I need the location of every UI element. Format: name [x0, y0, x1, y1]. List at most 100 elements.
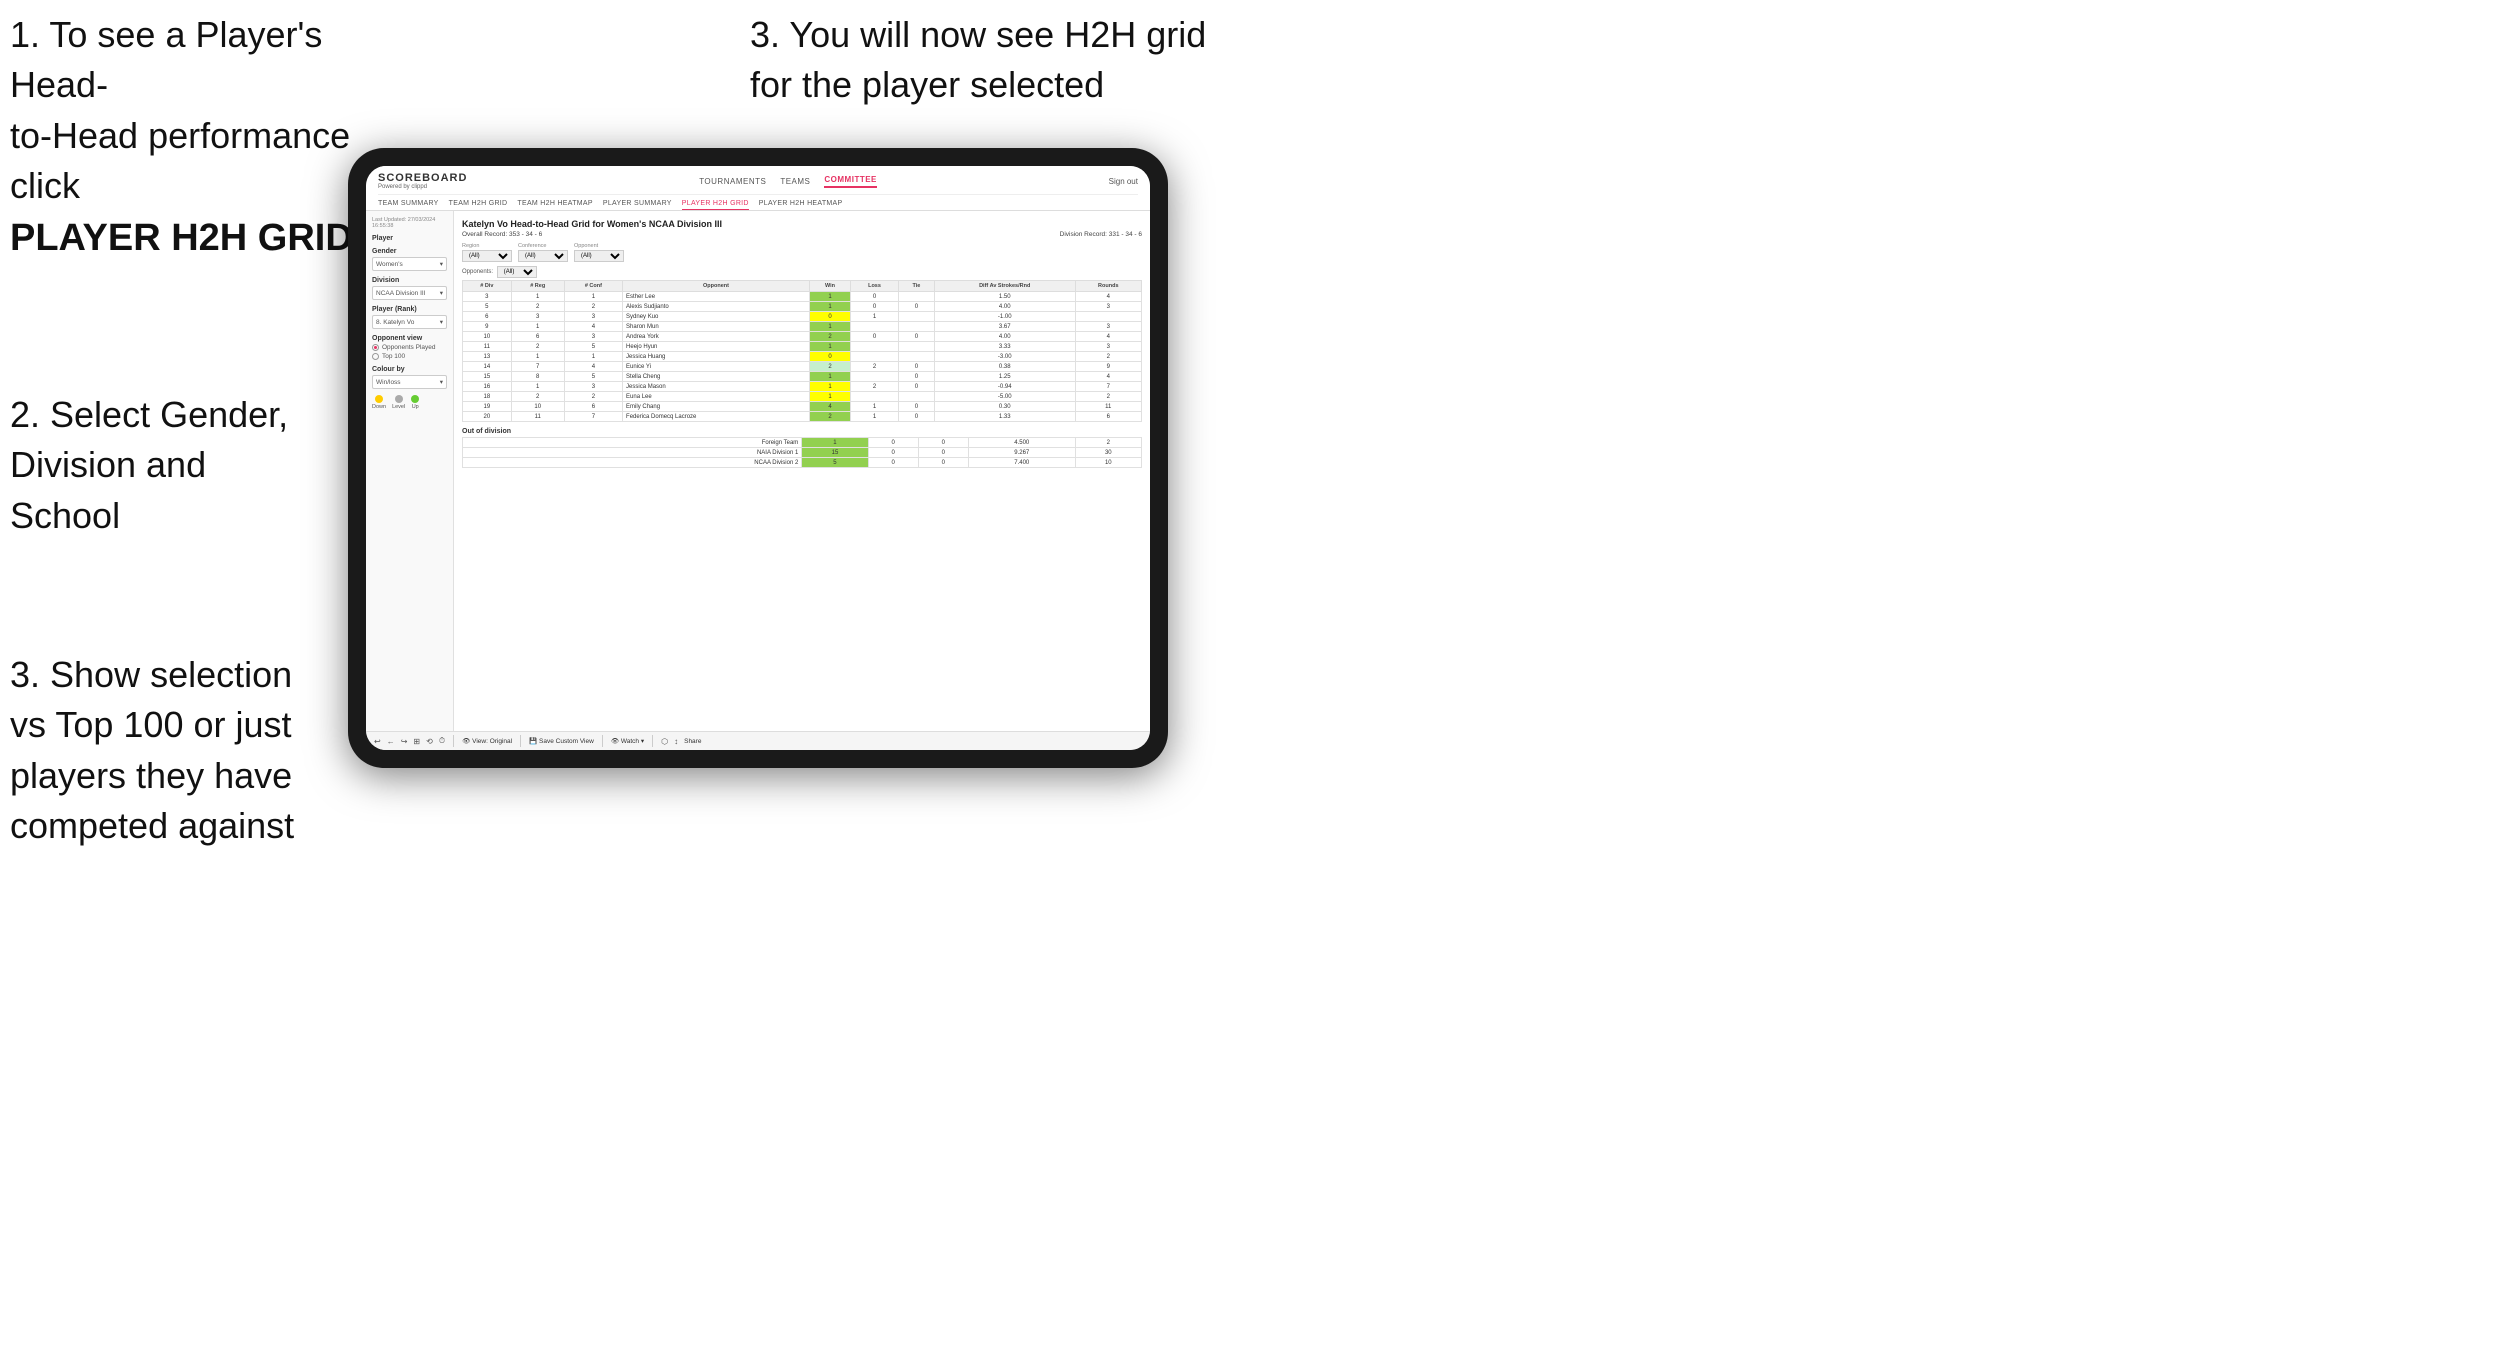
data-subtitle: Overall Record: 353 - 34 - 6 Division Re…: [462, 231, 1142, 238]
sidebar-gender-label: Gender: [372, 248, 447, 255]
data-title: Katelyn Vo Head-to-Head Grid for Women's…: [462, 219, 1142, 229]
table-row: 19 10 6 Emily Chang 4 1 0 0.30 11: [463, 402, 1142, 412]
sidebar-colour-label: Colour by: [372, 366, 447, 373]
legend-dot-down: [375, 395, 383, 403]
filter-conference-label: Conference: [518, 243, 568, 249]
table-row: NCAA Division 2 5 0 0 7.400 10: [463, 458, 1142, 468]
toolbar-timer[interactable]: ⏱: [439, 736, 445, 746]
filter-opponent-group: Opponent (All): [574, 243, 624, 262]
filter-region-group: Region (All): [462, 243, 512, 262]
col-conf: # Conf: [564, 281, 622, 292]
toolbar-sep-3: [602, 735, 603, 747]
radio-top-100[interactable]: Top 100: [372, 353, 447, 360]
toolbar-sep-1: [453, 735, 454, 747]
nav-tournaments[interactable]: TOURNAMENTS: [699, 177, 766, 186]
toolbar-hex[interactable]: ⬡: [661, 737, 668, 746]
radio-group: Opponents Played Top 100: [372, 344, 447, 360]
table-row: Foreign Team 1 0 0 4.500 2: [463, 438, 1142, 448]
table-row: 13 1 1 Jessica Huang 0 -3.00 2: [463, 352, 1142, 362]
table-row: 16 1 3 Jessica Mason 1 2 0 -0.94 7: [463, 382, 1142, 392]
table-row: 9 1 4 Sharon Mun 1 3.67 3: [463, 322, 1142, 332]
logo-text: SCOREBOARD: [378, 172, 467, 184]
col-opponent: Opponent: [623, 281, 810, 292]
sidebar-player-rank-label: Player (Rank): [372, 306, 447, 313]
toolbar-back[interactable]: ←: [387, 737, 395, 746]
table-row: 3 1 1 Esther Lee 1 0 1.50 4: [463, 292, 1142, 302]
legend-up: Up: [411, 395, 419, 410]
col-win: Win: [809, 281, 850, 292]
legend-dot-level: [395, 395, 403, 403]
col-diff: Diff Av Strokes/Rnd: [934, 281, 1075, 292]
table-row: 11 2 5 Heejo Hyun 1 3.33 3: [463, 342, 1142, 352]
main-content: Last Updated: 27/03/2024 16:55:38 Player…: [366, 211, 1150, 731]
bottom-toolbar: ↩ ← ↪ ⊞ ⟲ ⏱ 👁 View: Original 💾 Save Cust…: [366, 731, 1150, 750]
nav-links: TOURNAMENTS TEAMS COMMITTEE: [699, 175, 877, 188]
nav-committee[interactable]: COMMITTEE: [824, 175, 877, 188]
tablet-frame: SCOREBOARD Powered by clippd TOURNAMENTS…: [348, 148, 1168, 768]
data-area: Katelyn Vo Head-to-Head Grid for Women's…: [454, 211, 1150, 731]
ood-table: Foreign Team 1 0 0 4.500 2 NAIA Division…: [462, 437, 1142, 468]
sidebar-division-label: Division: [372, 277, 447, 284]
sub-team-summary[interactable]: TEAM SUMMARY: [378, 198, 439, 210]
opponents-filter-select[interactable]: (All): [497, 266, 537, 278]
toolbar-watch[interactable]: 👁 Watch ▾: [611, 737, 644, 745]
sidebar-division-value[interactable]: NCAA Division III ▾: [372, 286, 447, 300]
sidebar-opponent-view-section: Opponent view Opponents Played Top 100: [372, 335, 447, 360]
toolbar-save-custom[interactable]: 💾 Save Custom View: [529, 737, 594, 745]
sub-nav: TEAM SUMMARY TEAM H2H GRID TEAM H2H HEAT…: [378, 194, 1138, 210]
sub-player-summary[interactable]: PLAYER SUMMARY: [603, 198, 672, 210]
sidebar-player-rank-value[interactable]: 8. Katelyn Vo ▾: [372, 315, 447, 329]
filter-conference-select[interactable]: (All): [518, 250, 568, 262]
table-row: 5 2 2 Alexis Sudjianto 1 0 0 4.00 3: [463, 302, 1142, 312]
logo-sub: Powered by clippd: [378, 184, 467, 190]
annotation-top-right: 3. You will now see H2H grid for the pla…: [750, 10, 1250, 111]
table-row: 20 11 7 Federica Domecq Lacroze 2 1 0 1.…: [463, 412, 1142, 422]
toolbar-redo[interactable]: ↪: [401, 737, 408, 746]
sidebar-opponent-view-label: Opponent view: [372, 335, 447, 342]
h2h-tbody: 3 1 1 Esther Lee 1 0 1.50 4 5 2 2 Alexis…: [463, 292, 1142, 422]
filter-opponent-label: Opponent: [574, 243, 624, 249]
sidebar-gender-section: Gender Women's ▾: [372, 248, 447, 271]
h2h-table: # Div # Reg # Conf Opponent Win Loss Tie…: [462, 280, 1142, 422]
sub-team-h2h-grid[interactable]: TEAM H2H GRID: [449, 198, 508, 210]
table-row: NAIA Division 1 15 0 0 9.267 30: [463, 448, 1142, 458]
annotation-mid-left: 2. Select Gender, Division and School: [10, 390, 390, 541]
filter-region-label: Region: [462, 243, 512, 249]
sub-team-h2h-heatmap[interactable]: TEAM H2H HEATMAP: [517, 198, 592, 210]
sidebar-gender-value[interactable]: Women's ▾: [372, 257, 447, 271]
sidebar-colour-value[interactable]: Win/loss ▾: [372, 375, 447, 389]
radio-opponents-played[interactable]: Opponents Played: [372, 344, 447, 351]
nav-teams[interactable]: TEAMS: [780, 177, 810, 186]
radio-dot-played: [372, 344, 379, 351]
color-legend: Down Level Up: [372, 395, 447, 410]
col-loss: Loss: [851, 281, 899, 292]
legend-down: Down: [372, 395, 386, 410]
col-tie: Tie: [898, 281, 934, 292]
filter-region-select[interactable]: (All): [462, 250, 512, 262]
sidebar-player-label: Player: [372, 235, 447, 242]
legend-level: Level: [392, 395, 405, 410]
toolbar-refresh[interactable]: ⟲: [426, 737, 433, 746]
sidebar-colour-section: Colour by Win/loss ▾: [372, 366, 447, 389]
sidebar-player-section: Player: [372, 235, 447, 242]
filter-opponent-select[interactable]: (All): [574, 250, 624, 262]
table-header-row: # Div # Reg # Conf Opponent Win Loss Tie…: [463, 281, 1142, 292]
toolbar-grid[interactable]: ⊞: [413, 737, 420, 746]
toolbar-view-original[interactable]: 👁 View: Original: [462, 737, 512, 745]
toolbar-undo[interactable]: ↩: [374, 737, 381, 746]
table-row: 18 2 2 Euna Lee 1 -5.00 2: [463, 392, 1142, 402]
logo-area: SCOREBOARD Powered by clippd: [378, 172, 467, 190]
legend-dot-up: [411, 395, 419, 403]
out-of-division-label: Out of division: [462, 428, 1142, 435]
col-reg: # Reg: [511, 281, 564, 292]
sub-player-h2h-grid[interactable]: PLAYER H2H GRID: [682, 198, 749, 210]
sub-player-h2h-heatmap[interactable]: PLAYER H2H HEATMAP: [759, 198, 843, 210]
toolbar-updown[interactable]: ↕: [674, 737, 678, 746]
ood-tbody: Foreign Team 1 0 0 4.500 2 NAIA Division…: [463, 438, 1142, 468]
toolbar-sep-2: [520, 735, 521, 747]
toolbar-share[interactable]: Share: [684, 738, 701, 745]
nav-bar: SCOREBOARD Powered by clippd TOURNAMENTS…: [366, 166, 1150, 211]
nav-sign-out[interactable]: Sign out: [1109, 177, 1138, 186]
opponents-filter-row: Opponents: (All): [462, 266, 1142, 278]
table-row: 15 8 5 Stella Cheng 1 0 1.25 4: [463, 372, 1142, 382]
